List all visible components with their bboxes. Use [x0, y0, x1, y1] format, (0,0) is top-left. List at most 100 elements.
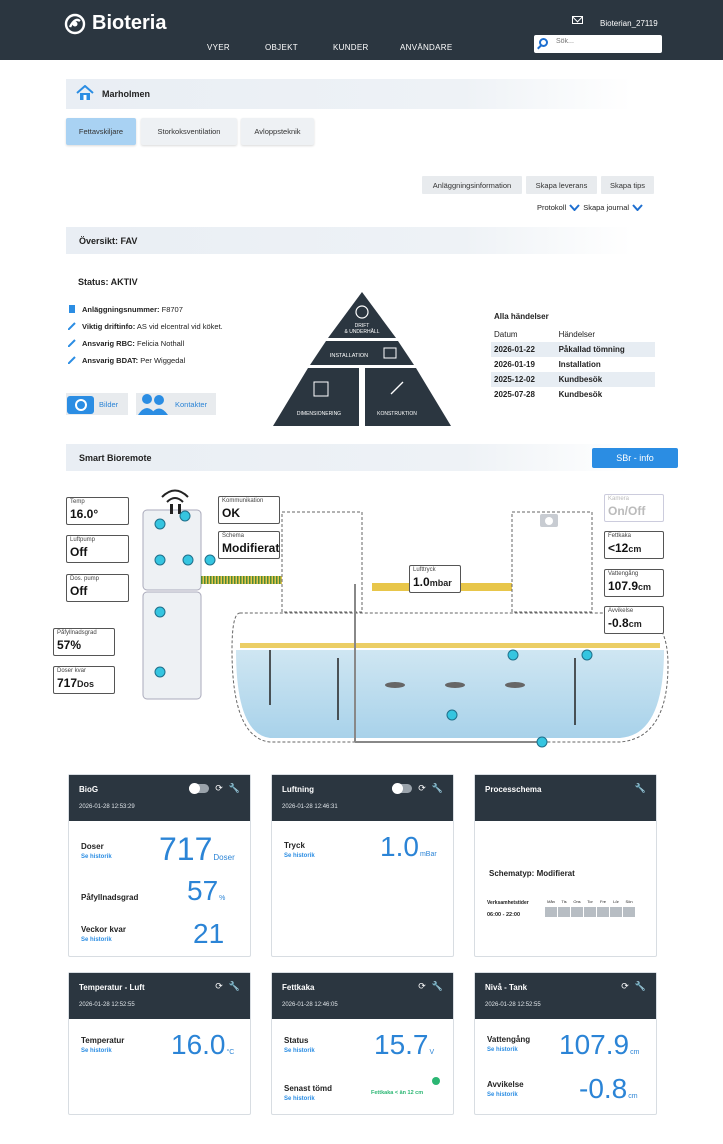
journal-links: Protokoll Skapa journal	[537, 203, 643, 212]
nav-vyer[interactable]: VYER	[207, 43, 230, 52]
table-row[interactable]: 2025-12-02 Kundbesök	[491, 372, 655, 387]
overview-title: Översikt: FAV	[79, 236, 138, 246]
nav-objekt[interactable]: OBJEKT	[265, 43, 298, 52]
refresh-icon[interactable]: ⟳	[215, 783, 223, 794]
column-header: Händelser	[558, 330, 596, 339]
skapa-journal-link[interactable]: Skapa journal	[583, 203, 629, 212]
day-slot[interactable]	[584, 907, 596, 917]
se-historik-link[interactable]: Se historik	[81, 854, 112, 860]
label-value: Modifierat	[222, 541, 280, 555]
day-slot[interactable]	[623, 907, 635, 917]
se-historik-link[interactable]: Se historik	[81, 937, 112, 943]
nav-anvandare[interactable]: ANVÄNDARE	[400, 43, 453, 52]
day-slot[interactable]	[610, 907, 622, 917]
tab-avloppsteknik[interactable]: Avloppsteknik	[241, 118, 314, 145]
wrench-icon	[68, 356, 76, 364]
se-historik-link[interactable]: Se historik	[284, 1096, 315, 1102]
day-slot[interactable]	[558, 907, 570, 917]
refresh-icon[interactable]: ⟳	[418, 981, 426, 992]
label-title: Avvikelse	[608, 608, 634, 614]
day-label: Mån	[547, 899, 555, 904]
se-historik-link[interactable]: Se historik	[81, 1048, 112, 1054]
table-row[interactable]: 2026-01-22 Påkallad tömning	[491, 342, 655, 357]
pyramid-konstruktion[interactable]	[365, 368, 451, 426]
skapa-tips-button[interactable]: Skapa tips	[601, 176, 654, 194]
card-title: Temperatur - Luft	[79, 983, 145, 992]
table-header: Datum Händelser	[491, 327, 655, 342]
day-slot[interactable]	[571, 907, 583, 917]
skapa-leverans-button[interactable]: Skapa leverans	[526, 176, 597, 194]
wrench-icon[interactable]: 🔧	[635, 981, 646, 992]
chevron-down-icon[interactable]	[632, 204, 643, 211]
schematyp-label: Schematyp: Modifierat	[489, 869, 575, 878]
nav-kunder[interactable]: KUNDER	[333, 43, 369, 52]
user-name[interactable]: Bioterian_27119	[600, 19, 658, 28]
table-row[interactable]: 2026-01-19 Installation	[491, 357, 655, 372]
tab-storkoksventilation[interactable]: Storkoksventilation	[141, 118, 237, 145]
card-fettkaka: Fettkaka 2026-01-28 12:46:05 ⟳ 🔧 Status Se…	[271, 972, 454, 1115]
day-slot[interactable]	[597, 907, 609, 917]
building-icon	[69, 305, 75, 313]
search-box[interactable]	[534, 35, 662, 53]
search-input[interactable]	[556, 38, 656, 45]
check-icon	[432, 1077, 440, 1085]
card-timestamp: 2026-01-28 12:46:05	[282, 1002, 338, 1008]
day-label: Tor	[587, 899, 593, 904]
sbr-info-button[interactable]: SBr - info	[592, 448, 678, 468]
label-doser-kvar: Doser kvar 717Dos	[53, 666, 115, 694]
info-value: Felicia Nothall	[137, 339, 185, 348]
veckor-label: Veckor kvar	[81, 925, 126, 934]
anlaggningsinformation-button[interactable]: Anläggningsinformation	[422, 176, 522, 194]
label-kamera[interactable]: Kamera On/Off	[604, 494, 664, 522]
label-dospump: Dos. pump Off	[66, 574, 129, 602]
pyramid-dimensionering[interactable]	[273, 368, 359, 426]
brand-name: Bioteria	[92, 12, 167, 34]
se-historik-link[interactable]: Se historik	[284, 853, 315, 859]
tryck-value: 1.0mBar	[380, 833, 437, 861]
wrench-icon[interactable]: 🔧	[635, 783, 646, 794]
wrench-icon[interactable]: 🔧	[229, 981, 240, 992]
brand-logo[interactable]: Bioteria	[64, 12, 166, 35]
label-luftpump: Luftpump Off	[66, 535, 129, 563]
event-date: 2026-01-19	[494, 360, 535, 369]
day-slot[interactable]	[545, 907, 557, 917]
se-historik-link[interactable]: Se historik	[487, 1047, 518, 1053]
label-kommunikation: Kommunikation OK	[218, 496, 280, 524]
wrench-icon[interactable]: 🔧	[229, 783, 240, 794]
table-row[interactable]: 2025-07-28 Kundbesök	[491, 387, 655, 402]
se-historik-link[interactable]: Se historik	[284, 1048, 315, 1054]
avvikelse-value: -0.8cm	[579, 1075, 638, 1103]
doser-value: 717Doser	[159, 833, 235, 865]
label-unit: cm	[638, 582, 652, 592]
status-number: 15.7	[374, 1029, 429, 1060]
search-icon[interactable]	[539, 38, 548, 47]
toggle-switch[interactable]	[189, 783, 210, 794]
temperatur-unit: °C	[226, 1049, 235, 1056]
card-timestamp: 2026-01-28 12:53:29	[79, 804, 135, 810]
wrench-icon	[68, 322, 76, 330]
label-title: Fettkaka	[608, 533, 632, 539]
camera-icon	[67, 396, 94, 414]
refresh-icon[interactable]: ⟳	[418, 783, 426, 794]
home-icon[interactable]	[76, 85, 94, 101]
se-historik-link[interactable]: Se historik	[487, 1092, 518, 1098]
tab-fettavskiljare[interactable]: Fettavskiljare	[66, 118, 136, 145]
mail-icon[interactable]	[572, 16, 583, 24]
chevron-down-icon[interactable]	[569, 204, 580, 211]
refresh-icon[interactable]: ⟳	[215, 981, 223, 992]
label-value: 107.9	[608, 579, 639, 593]
wrench-icon[interactable]: 🔧	[432, 783, 443, 794]
bilder-label: Bilder	[99, 399, 119, 409]
label-value: <12	[608, 541, 629, 555]
label-schema: Schema Modifierat	[218, 531, 280, 559]
protokoll-link[interactable]: Protokoll	[537, 203, 566, 212]
toggle-switch[interactable]	[392, 783, 413, 794]
tryck-unit: mBar	[419, 851, 437, 858]
card-title: BioG	[79, 785, 99, 794]
bilder-button[interactable]: Bilder	[66, 393, 128, 415]
kontakter-button[interactable]: Kontakter	[136, 393, 216, 415]
label-unit: cm	[628, 619, 642, 629]
label-unit: cm	[628, 544, 642, 554]
wrench-icon[interactable]: 🔧	[432, 981, 443, 992]
refresh-icon[interactable]: ⟳	[621, 981, 629, 992]
